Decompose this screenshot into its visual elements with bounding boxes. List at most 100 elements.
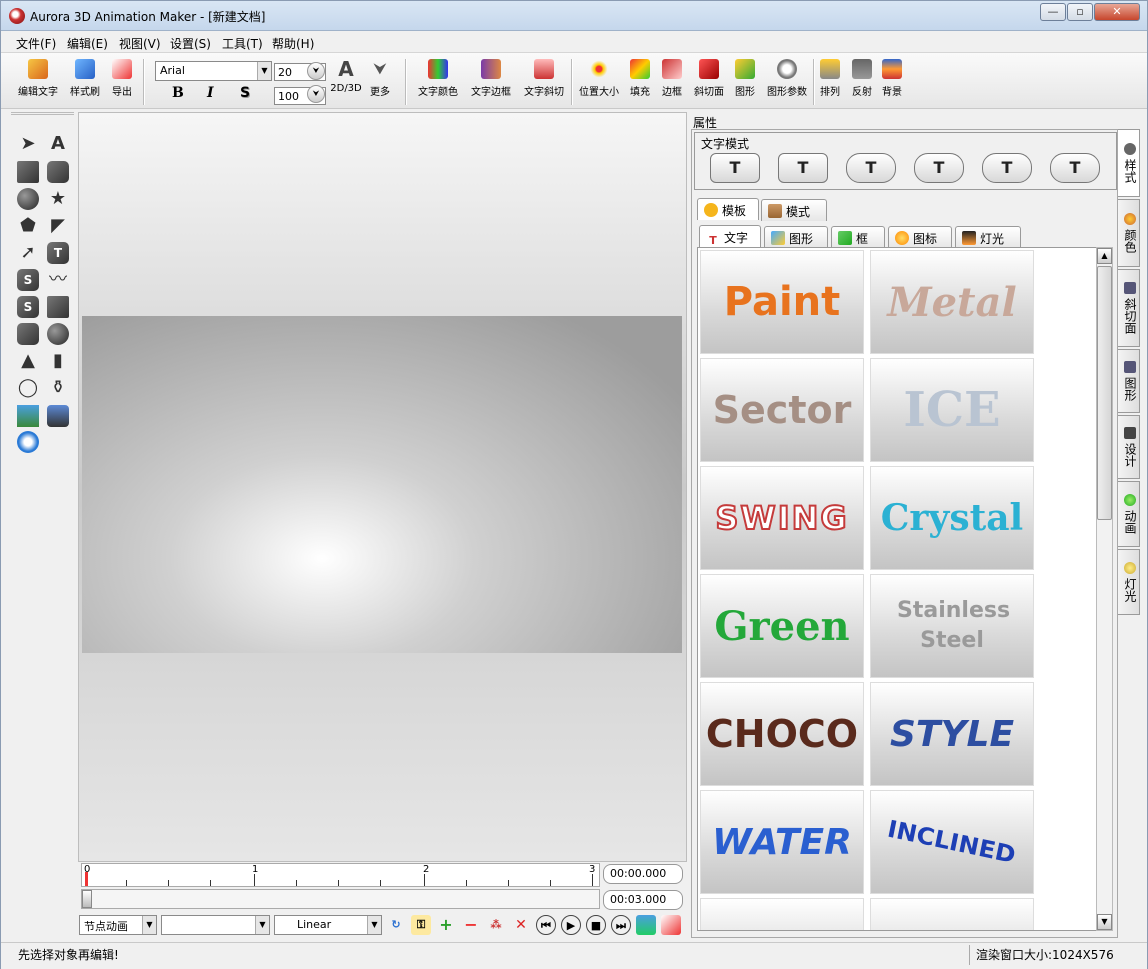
template-thumbnail[interactable]: Green: [700, 574, 864, 678]
template-thumbnail[interactable]: INCLINED: [870, 790, 1034, 894]
bold-button[interactable]: B: [172, 85, 184, 101]
menu-settings[interactable]: 设置(S): [170, 35, 211, 52]
template-thumbnail[interactable]: Paint: [700, 250, 864, 354]
template-thumbnail[interactable]: SWING: [700, 466, 864, 570]
template-thumbnail[interactable]: ICE: [870, 358, 1034, 462]
tab-lights[interactable]: 灯光: [955, 226, 1021, 248]
rectangle-icon[interactable]: [17, 161, 39, 183]
last-frame-icon[interactable]: ⏭: [611, 915, 631, 935]
play-icon[interactable]: ▶: [561, 915, 581, 935]
style-brush-button[interactable]: 样式刷: [67, 59, 103, 107]
circle-icon[interactable]: [17, 188, 39, 210]
select-arrow-icon[interactable]: ➤: [17, 133, 39, 155]
rounded-rect-icon[interactable]: [47, 161, 69, 183]
side-tab-color[interactable]: 颜色: [1118, 199, 1140, 267]
cylinder-icon[interactable]: [17, 323, 39, 345]
gallery-scrollbar[interactable]: ▲ ▼: [1096, 247, 1113, 931]
add-key-icon[interactable]: +: [436, 915, 456, 935]
text-mode-disc-button[interactable]: T: [982, 153, 1032, 183]
text-mode-extrude-button[interactable]: T: [778, 153, 828, 183]
tab-text[interactable]: T 文字: [699, 225, 761, 248]
side-tab-animation[interactable]: 动画: [1118, 481, 1140, 547]
background-button[interactable]: 背景: [879, 59, 905, 107]
shape-params-button[interactable]: 图形参数: [764, 59, 810, 107]
text-tool-icon[interactable]: A: [47, 133, 69, 155]
text-box-icon[interactable]: T: [47, 242, 69, 264]
star-icon[interactable]: ★: [47, 188, 69, 210]
menu-tools[interactable]: 工具(T): [222, 35, 263, 52]
current-time-field[interactable]: 00:00.000: [603, 864, 683, 884]
template-thumbnail[interactable]: CHOCO: [700, 682, 864, 786]
s-shape-icon[interactable]: S: [17, 269, 39, 291]
shape-button[interactable]: 图形: [732, 59, 758, 107]
first-frame-icon[interactable]: ⏮: [536, 915, 556, 935]
stop-icon[interactable]: ■: [586, 915, 606, 935]
path-icon[interactable]: ⁂: [486, 915, 506, 935]
minimize-button[interactable]: —: [1040, 3, 1066, 21]
menu-view[interactable]: 视图(V): [119, 35, 161, 52]
template-thumbnail[interactable]: STYLE: [870, 682, 1034, 786]
font-size-spin-icon[interactable]: ⮟: [307, 62, 325, 80]
text-mode-badge-button[interactable]: T: [1050, 153, 1100, 183]
text-mode-flat-button[interactable]: T: [710, 153, 760, 183]
cube-icon[interactable]: [47, 296, 69, 318]
animation-type-select[interactable]: 节点动画 ▼: [79, 915, 157, 935]
side-tab-style[interactable]: 样式: [1118, 129, 1140, 197]
template-thumbnail[interactable]: Sector: [700, 358, 864, 462]
wave-icon[interactable]: [17, 431, 39, 453]
timeline-slider[interactable]: [81, 889, 600, 909]
tab-shapes[interactable]: 图形: [764, 226, 828, 248]
delete-icon[interactable]: ✕: [511, 915, 531, 935]
position-size-button[interactable]: 位置大小: [576, 59, 622, 107]
tab-frame[interactable]: 框: [831, 226, 885, 248]
text-border-button[interactable]: 文字边框: [468, 59, 514, 107]
2d-3d-button[interactable]: A 2D/3D: [330, 59, 362, 107]
s-green-icon[interactable]: S: [17, 296, 39, 318]
slider-thumb[interactable]: [82, 890, 92, 908]
text-mode-ring-button[interactable]: T: [914, 153, 964, 183]
export-button[interactable]: 导出: [109, 59, 135, 107]
template-thumbnail[interactable]: Metal: [870, 250, 1034, 354]
total-time-field[interactable]: 00:03.000: [603, 890, 683, 910]
side-tab-shape[interactable]: 图形: [1118, 349, 1140, 413]
shadow-button[interactable]: S: [240, 85, 250, 101]
side-tab-lights[interactable]: 灯光: [1118, 549, 1140, 615]
render-viewport[interactable]: [82, 316, 682, 653]
curve-icon[interactable]: 〰: [47, 269, 69, 291]
torus-icon[interactable]: ◯: [17, 377, 39, 399]
arrow-icon[interactable]: ➚: [17, 242, 39, 264]
quarter-shape-icon[interactable]: ◤: [47, 215, 69, 237]
object-select[interactable]: ▼: [161, 915, 270, 935]
side-tab-bevel[interactable]: 斜切面: [1118, 269, 1140, 347]
text-bevel-button[interactable]: 文字斜切: [521, 59, 567, 107]
cone-icon[interactable]: ▲: [17, 350, 39, 372]
playhead[interactable]: [85, 872, 88, 886]
border-button[interactable]: 边框: [659, 59, 685, 107]
template-thumbnail[interactable]: [700, 898, 864, 930]
italic-button[interactable]: I: [207, 85, 214, 101]
text-mode-round-button[interactable]: T: [846, 153, 896, 183]
maximize-button[interactable]: ▫: [1067, 3, 1093, 21]
template-thumbnail[interactable]: Crystal: [870, 466, 1034, 570]
template-thumbnail[interactable]: [870, 898, 1034, 930]
menu-file[interactable]: 文件(F): [16, 35, 56, 52]
image-add-icon[interactable]: [17, 405, 39, 427]
timeline-ruler[interactable]: 0 1 2 3: [81, 863, 600, 887]
font-family-select[interactable]: Arial ▼: [155, 61, 272, 81]
scroll-down-icon[interactable]: ▼: [1097, 914, 1112, 930]
close-button[interactable]: ✕: [1094, 3, 1140, 21]
pillar-icon[interactable]: ▮: [47, 350, 69, 372]
reflect-button[interactable]: 反射: [849, 59, 875, 107]
side-tab-design[interactable]: 设计: [1118, 415, 1140, 479]
text-color-button[interactable]: 文字颜色: [415, 59, 461, 107]
template-thumbnail[interactable]: WATER: [700, 790, 864, 894]
menu-edit[interactable]: 编辑(E): [67, 35, 108, 52]
key-icon[interactable]: ⚿: [411, 915, 431, 935]
sphere-icon[interactable]: [47, 323, 69, 345]
menu-help[interactable]: 帮助(H): [272, 35, 314, 52]
scroll-up-icon[interactable]: ▲: [1097, 248, 1112, 264]
pentagon-icon[interactable]: ⬟: [17, 215, 39, 237]
export-video-icon[interactable]: [661, 915, 681, 935]
remove-key-icon[interactable]: −: [461, 915, 481, 935]
model-add-icon[interactable]: [47, 405, 69, 427]
